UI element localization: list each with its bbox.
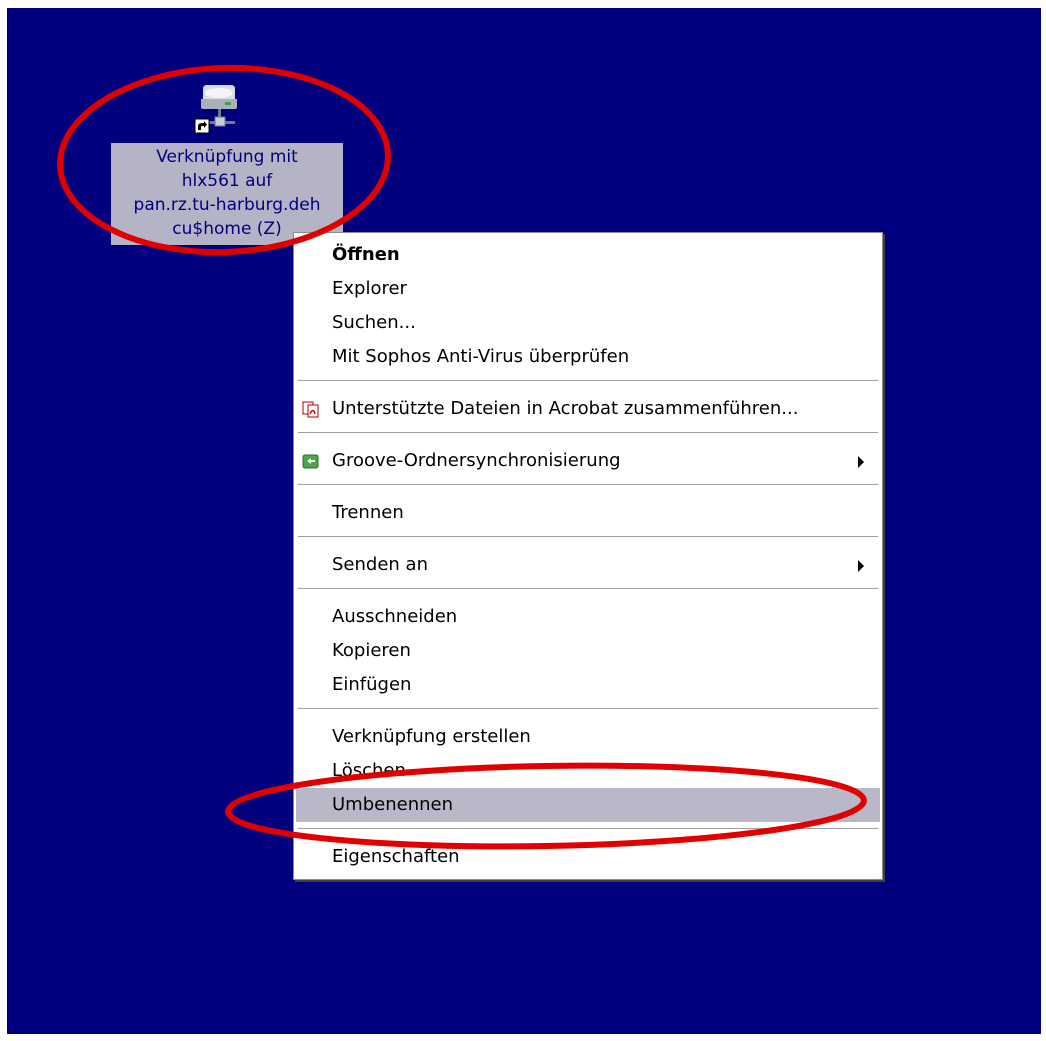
menu-item-copy[interactable]: Kopieren: [296, 634, 880, 668]
menu-item-sophos-scan[interactable]: Mit Sophos Anti-Virus überprüfen: [296, 340, 880, 374]
menu-separator: [298, 708, 878, 710]
submenu-arrow-icon: [858, 456, 864, 468]
menu-separator: [298, 484, 878, 486]
menu-item-cut[interactable]: Ausschneiden: [296, 600, 880, 634]
menu-separator: [298, 380, 878, 382]
menu-item-label: Unterstützte Dateien in Acrobat zusammen…: [332, 398, 799, 419]
menu-separator: [298, 828, 878, 830]
context-menu: Öffnen Explorer Suchen... Mit Sophos Ant…: [293, 232, 883, 880]
menu-item-create-shortcut[interactable]: Verknüpfung erstellen: [296, 720, 880, 754]
shortcut-label-line: pan.rz.tu-harburg.deh: [133, 195, 321, 215]
submenu-arrow-icon: [858, 560, 864, 572]
menu-separator: [298, 588, 878, 590]
menu-separator: [298, 536, 878, 538]
menu-item-search[interactable]: Suchen...: [296, 306, 880, 340]
menu-item-disconnect[interactable]: Trennen: [296, 496, 880, 530]
menu-item-label: Groove-Ordnersynchronisierung: [332, 450, 621, 471]
menu-item-rename[interactable]: Umbenennen: [296, 788, 880, 822]
menu-item-send-to[interactable]: Senden an: [296, 548, 880, 582]
menu-separator: [298, 432, 878, 434]
menu-item-delete[interactable]: Löschen: [296, 754, 880, 788]
shortcut-label-line: Verknüpfung mit: [156, 147, 298, 167]
network-drive-icon: [194, 85, 237, 134]
menu-item-groove-sync[interactable]: Groove-Ordnersynchronisierung: [296, 444, 880, 478]
menu-item-properties[interactable]: Eigenschaften: [296, 840, 880, 874]
menu-item-explorer[interactable]: Explorer: [296, 272, 880, 306]
menu-item-paste[interactable]: Einfügen: [296, 668, 880, 702]
menu-item-acrobat-combine[interactable]: Unterstützte Dateien in Acrobat zusammen…: [296, 392, 880, 426]
groove-icon: [302, 454, 319, 469]
shortcut-label-line: hlx561 auf: [181, 171, 273, 191]
shortcut-label[interactable]: Verknüpfung mit hlx561 auf pan.rz.tu-har…: [111, 143, 343, 245]
menu-item-open[interactable]: Öffnen: [296, 238, 880, 272]
menu-item-label: Senden an: [332, 554, 428, 575]
acrobat-icon: [302, 401, 319, 418]
